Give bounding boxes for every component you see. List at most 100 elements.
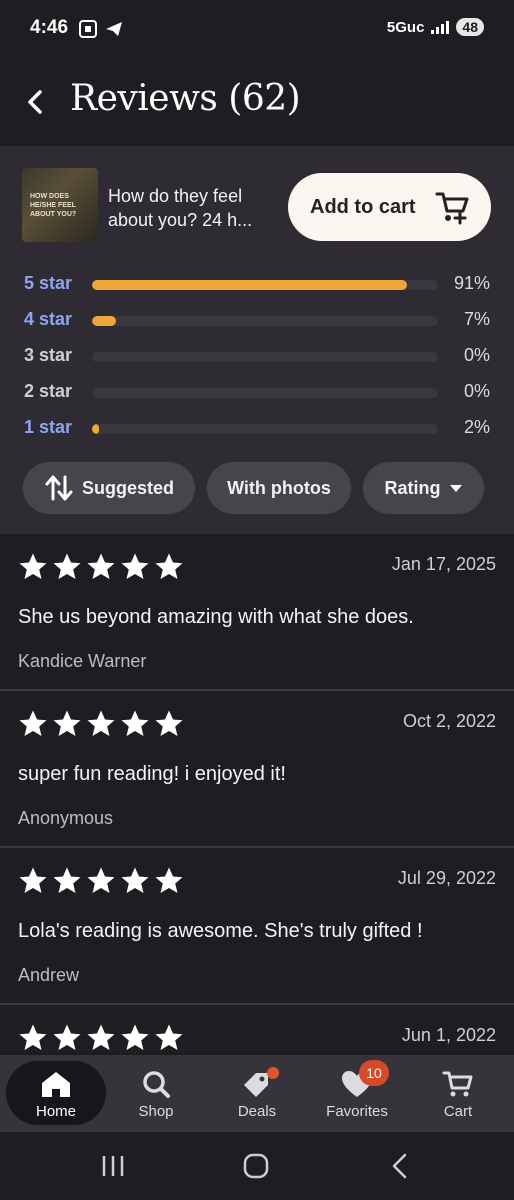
with-photos-label: With photos xyxy=(227,477,331,498)
rating-row-5[interactable]: 5 star 91% xyxy=(0,270,514,300)
review-text: She us beyond amazing with what she does… xyxy=(18,606,414,628)
review-item: Jan 17, 2025 She us beyond amazing with … xyxy=(0,534,514,691)
review-author: Andrew xyxy=(18,965,80,985)
home-icon xyxy=(42,1072,70,1097)
star-icon xyxy=(121,867,149,893)
status-bar: 4:46 5Guc 48 xyxy=(0,0,514,60)
review-summary-panel: How does he/she feel about you? How do t… xyxy=(0,146,514,534)
status-time: 4:46 xyxy=(30,17,69,38)
recent-apps-icon[interactable] xyxy=(100,1152,126,1180)
sort-arrows-icon xyxy=(45,475,73,501)
bottom-navigation: Home Shop Deals 10 Favorites Cart xyxy=(0,1055,514,1132)
deals-notification-dot xyxy=(267,1067,279,1079)
star-icon xyxy=(155,867,183,893)
rating-label: 4 star xyxy=(24,309,73,329)
add-to-cart-label: Add to cart xyxy=(310,195,416,218)
review-date: Jan 17, 2025 xyxy=(391,554,496,574)
rating-row-3: 3 star 0% xyxy=(0,342,514,372)
rating-label: 2 star xyxy=(24,381,73,401)
rating-label: 5 star xyxy=(24,273,73,293)
back-arrow-icon[interactable] xyxy=(20,82,50,122)
star-icon xyxy=(53,553,81,579)
status-icons xyxy=(78,19,124,39)
rating-percent: 0% xyxy=(463,345,490,365)
nav-cart[interactable]: Cart xyxy=(408,1061,508,1125)
telegram-icon xyxy=(106,22,122,36)
add-to-cart-button[interactable]: Add to cart xyxy=(288,173,491,241)
nav-home-label: Home xyxy=(35,1103,76,1120)
star-rating xyxy=(18,709,184,738)
system-back-icon[interactable] xyxy=(388,1152,412,1180)
star-icon xyxy=(121,553,149,579)
rating-label: 3 star xyxy=(24,345,73,365)
star-icon xyxy=(121,710,149,736)
nav-shop-label: Shop xyxy=(138,1103,174,1120)
review-date: Jul 29, 2022 xyxy=(397,868,496,888)
review-author: Kandice Warner xyxy=(18,651,147,671)
status-right: 5Guc 48 xyxy=(387,18,484,36)
product-title[interactable]: How do they feel about you? 24 h... xyxy=(108,184,278,232)
star-icon xyxy=(19,1024,47,1050)
rating-bar-track xyxy=(92,316,438,326)
nav-deals[interactable]: Deals xyxy=(207,1061,307,1125)
star-icon xyxy=(155,710,183,736)
page-header: Reviews (62) xyxy=(0,60,514,146)
home-button-icon[interactable] xyxy=(242,1152,270,1180)
cart-plus-icon xyxy=(435,192,469,225)
rating-filter-label: Rating xyxy=(384,477,441,498)
rating-label: 1 star xyxy=(24,417,73,437)
rating-percent: 7% xyxy=(463,309,490,329)
rating-bar-fill xyxy=(92,280,407,290)
thumbnail-caption: How does he/she feel about you? xyxy=(30,193,77,218)
star-icon xyxy=(19,867,47,893)
rating-percent: 2% xyxy=(463,417,490,437)
rating-row-2: 2 star 0% xyxy=(0,378,514,408)
network-label: 5Guc xyxy=(386,18,425,36)
rating-bar-fill xyxy=(92,316,117,326)
star-icon xyxy=(19,710,47,736)
star-rating xyxy=(18,866,184,895)
rating-bar-track xyxy=(92,280,438,290)
review-text: Lola's reading is awesome. She's truly g… xyxy=(18,920,423,942)
search-icon xyxy=(143,1071,170,1098)
rating-bar-track xyxy=(92,424,438,434)
nav-shop[interactable]: Shop xyxy=(106,1061,206,1125)
nav-favorites[interactable]: 10 Favorites xyxy=(307,1060,407,1125)
review-text: super fun reading! i enjoyed it! xyxy=(18,763,286,785)
product-thumbnail[interactable]: How does he/she feel about you? xyxy=(22,168,98,242)
suggested-sort-chip[interactable]: Suggested xyxy=(23,462,195,514)
review-item: Jul 29, 2022 Lola's reading is awesome. … xyxy=(0,848,514,1005)
nav-home[interactable]: Home xyxy=(6,1061,106,1125)
nav-favorites-label: Favorites xyxy=(326,1103,388,1120)
dropdown-caret-icon xyxy=(449,485,462,492)
star-icon xyxy=(87,553,115,579)
rating-row-4[interactable]: 4 star 7% xyxy=(0,306,514,336)
star-rating xyxy=(18,552,184,581)
battery-indicator: 48 xyxy=(456,18,484,36)
system-navigation-bar xyxy=(0,1132,514,1200)
rating-filter-chip[interactable]: Rating xyxy=(363,462,484,514)
star-icon xyxy=(155,553,183,579)
star-rating xyxy=(18,1023,184,1052)
star-icon xyxy=(121,1024,149,1050)
nav-deals-label: Deals xyxy=(237,1103,277,1120)
filter-chips: Suggested With photos Rating xyxy=(0,462,514,514)
nav-cart-label: Cart xyxy=(443,1103,473,1120)
star-icon xyxy=(155,1024,183,1050)
review-date: Oct 2, 2022 xyxy=(402,711,496,731)
review-item: Oct 2, 2022 super fun reading! i enjoyed… xyxy=(0,691,514,848)
rating-percent: 91% xyxy=(453,273,490,293)
rating-bar-track xyxy=(92,352,438,362)
suggested-label: Suggested xyxy=(81,477,174,498)
star-icon xyxy=(53,1024,81,1050)
review-date: Jun 1, 2022 xyxy=(401,1025,496,1045)
rating-row-1[interactable]: 1 star 2% xyxy=(0,414,514,444)
with-photos-chip[interactable]: With photos xyxy=(207,462,351,514)
rating-bar-track xyxy=(92,388,438,398)
star-icon xyxy=(87,710,115,736)
page-title: Reviews (62) xyxy=(70,78,301,119)
signal-icon xyxy=(431,21,450,34)
review-author: Anonymous xyxy=(18,808,114,828)
rating-bar-fill xyxy=(92,424,99,434)
star-icon xyxy=(87,1024,115,1050)
